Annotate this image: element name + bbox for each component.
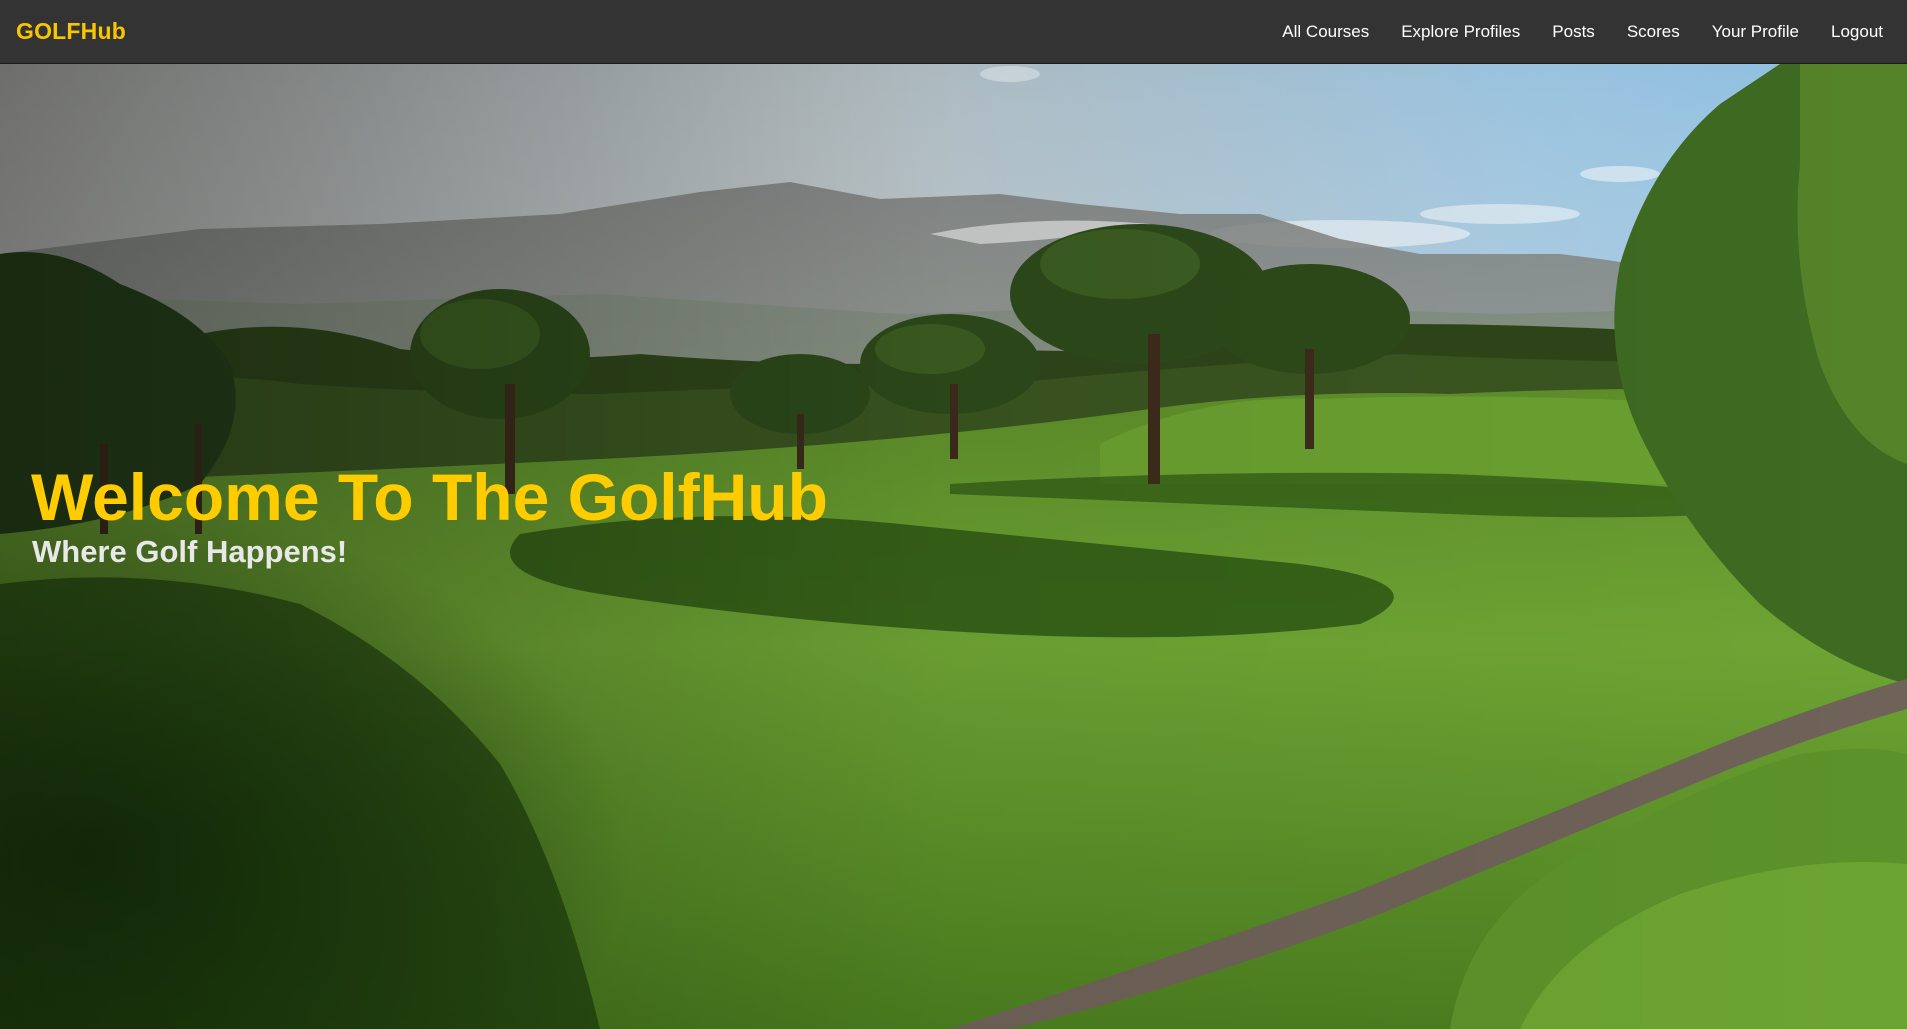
- hero-text-block: Welcome To The GolfHub Where Golf Happen…: [31, 464, 828, 567]
- hero-title: Welcome To The GolfHub: [31, 460, 828, 534]
- brand-logo-link[interactable]: GOLFHub: [16, 18, 126, 45]
- nav-all-courses-link[interactable]: All Courses: [1266, 22, 1385, 42]
- nav-your-profile-link[interactable]: Your Profile: [1696, 22, 1815, 42]
- nav-explore-profiles-link[interactable]: Explore Profiles: [1385, 22, 1536, 42]
- hero-section: Welcome To The GolfHub Where Golf Happen…: [0, 64, 1907, 1029]
- nav-scores-link[interactable]: Scores: [1611, 22, 1696, 42]
- nav-links: All Courses Explore Profiles Posts Score…: [1266, 22, 1891, 42]
- hero-subtitle: Where Golf Happens!: [32, 534, 348, 569]
- nav-posts-link[interactable]: Posts: [1536, 22, 1611, 42]
- top-navbar: GOLFHub All Courses Explore Profiles Pos…: [0, 0, 1907, 64]
- nav-logout-link[interactable]: Logout: [1815, 22, 1891, 42]
